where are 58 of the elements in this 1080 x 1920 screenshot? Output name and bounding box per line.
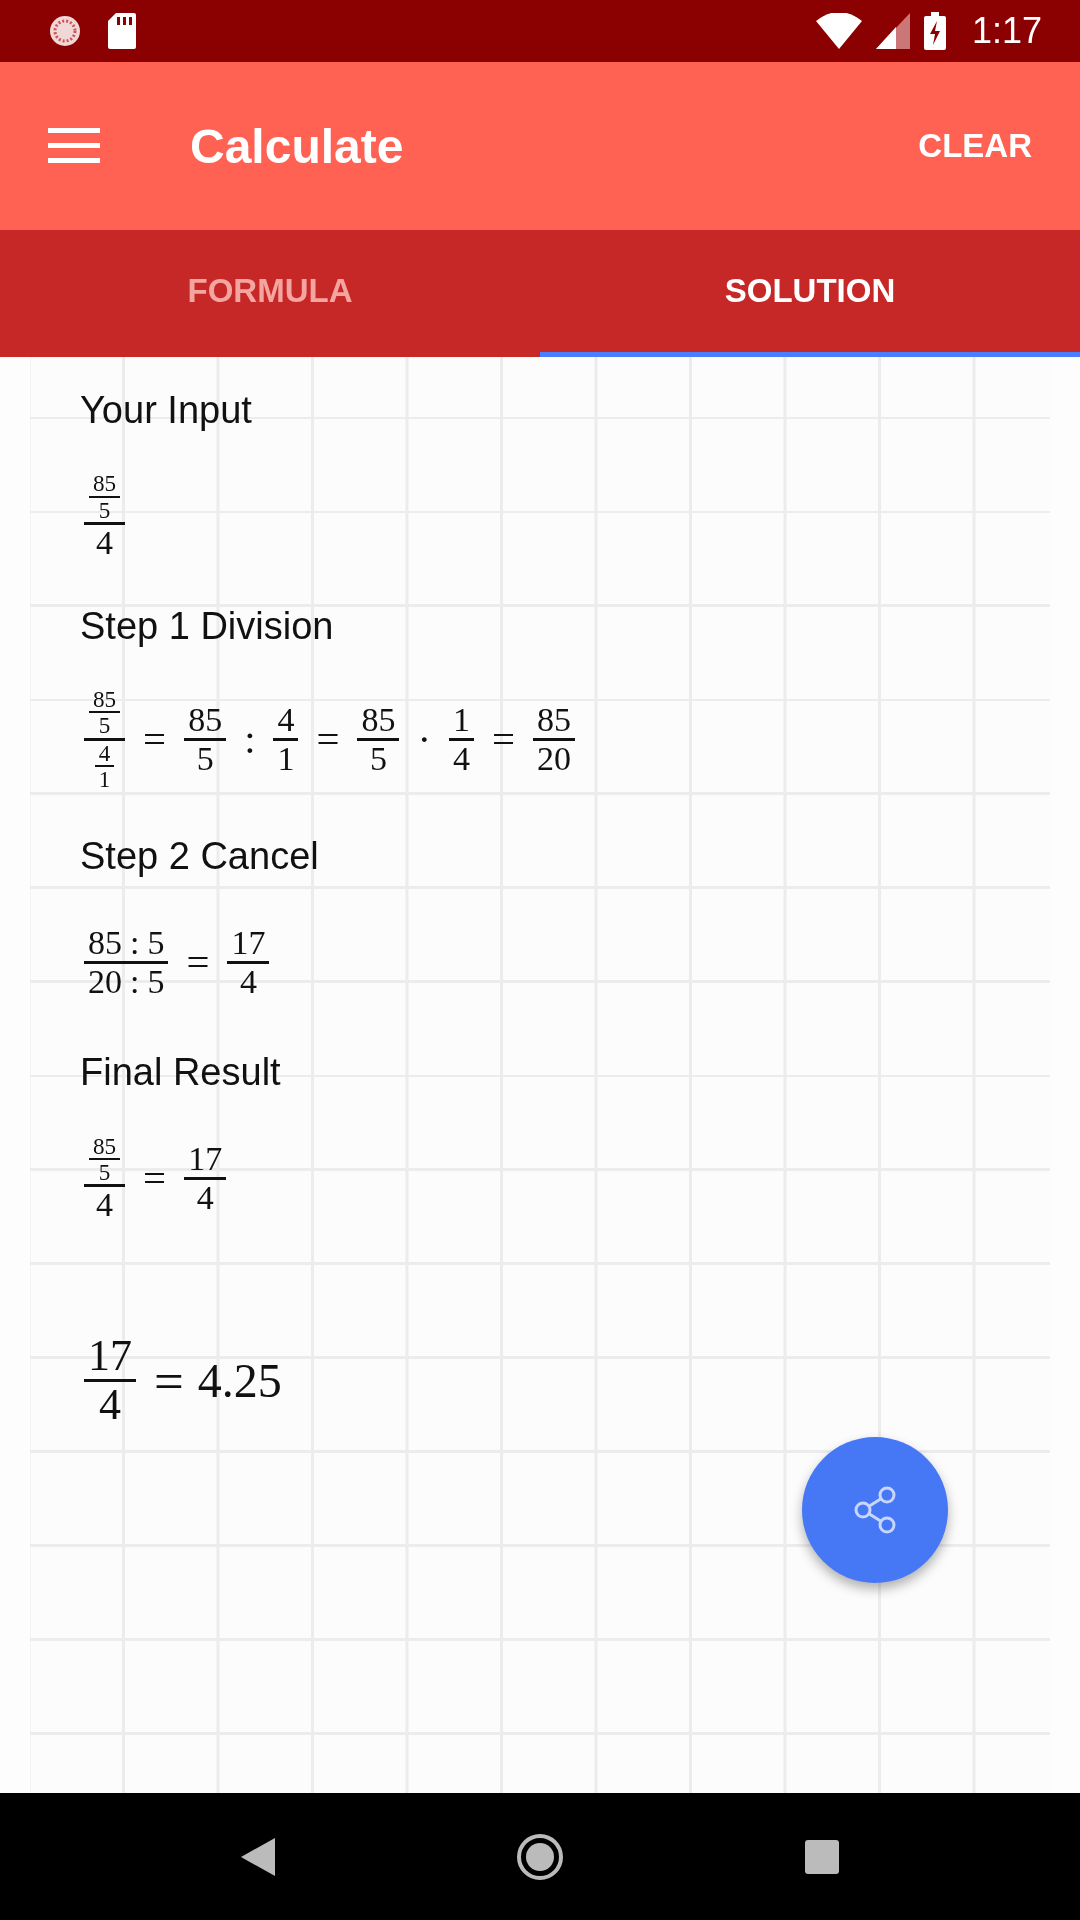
- step-heading: Step 1 Division: [80, 604, 335, 649]
- math-number: 5: [98, 497, 111, 522]
- sd-card-icon: [108, 13, 136, 49]
- math-number: 4: [239, 963, 257, 1000]
- math-operator: =: [316, 715, 340, 763]
- math-number: 1: [98, 766, 111, 792]
- math-number: 85: [188, 701, 223, 738]
- math-operator: ·: [417, 715, 432, 763]
- math-number: 20: [88, 963, 122, 1000]
- clock-time: 1:17: [971, 10, 1042, 52]
- back-icon[interactable]: [240, 1837, 275, 1876]
- math-operator: :: [130, 924, 140, 961]
- clear-button[interactable]: CLEAR: [918, 117, 1032, 175]
- math-operator: :: [130, 963, 140, 1000]
- math-number: 5: [147, 924, 165, 961]
- math-number: 17: [188, 1140, 223, 1177]
- math-number: 4.25: [197, 1353, 282, 1409]
- step-heading: Step 2 Cancel: [80, 834, 320, 880]
- math-number: 85: [93, 1133, 117, 1158]
- math-number: 1: [453, 701, 471, 738]
- math-number: 85: [93, 687, 117, 712]
- math-number: 5: [147, 963, 165, 1000]
- tab[interactable]: FORMULA: [0, 230, 540, 357]
- step-heading: Final Result: [80, 1050, 282, 1096]
- loading-circle-icon: [48, 14, 82, 48]
- home-icon[interactable]: [516, 1832, 564, 1881]
- math-number: 85: [537, 701, 572, 738]
- math-number: 5: [98, 713, 111, 738]
- recents-icon[interactable]: [805, 1839, 840, 1874]
- math-number: 17: [88, 1333, 132, 1380]
- app-title: Calculate: [190, 118, 405, 174]
- math-operator: :: [244, 715, 256, 763]
- math-number: 85: [361, 701, 396, 738]
- math-number: 5: [98, 1159, 111, 1185]
- math-number: 5: [196, 740, 214, 777]
- math-number: 4: [99, 1382, 121, 1429]
- math-number: 4: [196, 1179, 214, 1216]
- math-number: 4: [98, 740, 111, 765]
- math-number: 1: [277, 740, 295, 777]
- math-number: 20: [537, 740, 572, 777]
- math-operator: =: [143, 1154, 167, 1202]
- signal-icon: [875, 13, 910, 49]
- battery-icon: [923, 12, 946, 50]
- math-number: 4: [453, 740, 471, 777]
- math-operator: =: [492, 715, 516, 763]
- wifi-icon: [815, 13, 862, 49]
- menu-icon[interactable]: [48, 128, 100, 164]
- math-operator: =: [154, 1350, 184, 1411]
- math-number: 85: [88, 924, 122, 961]
- step-heading: Your Input: [80, 388, 253, 433]
- math-number: 4: [277, 701, 295, 738]
- math-operator: =: [143, 715, 167, 763]
- math-number: 85: [93, 471, 117, 496]
- math-number: 17: [231, 924, 266, 961]
- math-number: 4: [96, 1187, 114, 1223]
- math-number: 4: [96, 524, 114, 561]
- math-operator: =: [186, 938, 210, 986]
- math-number: 5: [370, 740, 387, 777]
